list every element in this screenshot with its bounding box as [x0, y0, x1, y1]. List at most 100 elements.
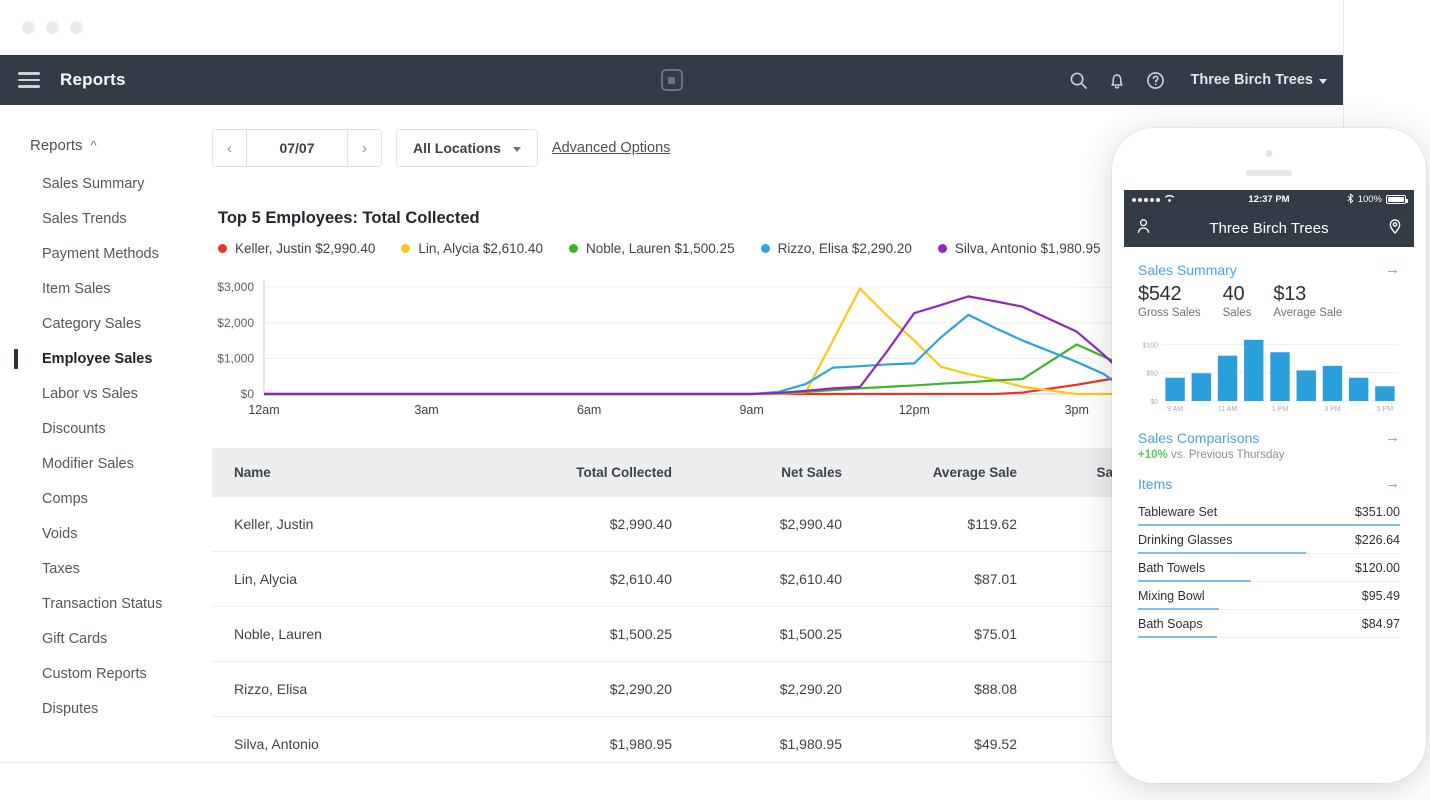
phone-top-bezel [1112, 128, 1426, 190]
square-logo-icon [661, 69, 683, 91]
phone-items-title: Items [1138, 476, 1172, 492]
legend-label: Lin, Alycia $2,610.40 [418, 241, 543, 256]
phone-sales-summary-header[interactable]: Sales Summary → [1138, 261, 1400, 278]
table-cell: $2,290.20 [482, 662, 672, 717]
sidebar-item-label: Custom Reports [42, 666, 147, 682]
sidebar-item-disputes[interactable]: Disputes [0, 691, 208, 726]
chart-x-tick-label: 3pm [1065, 403, 1089, 417]
window-close-button[interactable] [22, 21, 35, 34]
phone-chart-x-tick-label: 1 PM [1272, 406, 1289, 413]
phone-stat-label: Sales [1223, 307, 1252, 319]
page-title: Reports [60, 70, 126, 90]
date-next-button[interactable]: › [347, 130, 381, 166]
phone-comparison-text: +10% vs. Previous Thursday [1138, 449, 1400, 461]
table-cell: $2,290.20 [672, 662, 842, 717]
merchant-selector[interactable]: Three Birch Trees [1191, 72, 1328, 88]
arrow-right-icon[interactable]: → [1385, 475, 1400, 492]
sidebar-item-sales-summary[interactable]: Sales Summary [0, 166, 208, 201]
sidebar-item-transaction-status[interactable]: Transaction Status [0, 586, 208, 621]
legend-item[interactable]: Rizzo, Elisa $2,290.20 [761, 241, 912, 256]
chevron-up-icon: ^ [91, 139, 97, 152]
sidebar-item-employee-sales[interactable]: Employee Sales [0, 341, 208, 376]
sidebar-item-item-sales[interactable]: Item Sales [0, 271, 208, 306]
phone-stat-label: Gross Sales [1138, 307, 1201, 319]
phone-item-name: Drinking Glasses [1138, 533, 1355, 547]
phone-sales-comparisons-header[interactable]: Sales Comparisons → [1138, 429, 1400, 446]
phone-item-row[interactable]: Bath Soaps$84.97 [1138, 610, 1400, 638]
hamburger-menu-icon[interactable] [18, 72, 40, 88]
table-column-header[interactable]: Net Sales [672, 448, 842, 497]
phone-mockup: 12:37 PM 100% Three Bi [1112, 128, 1426, 783]
sidebar-item-payment-methods[interactable]: Payment Methods [0, 236, 208, 271]
chart-x-tick-label: 6am [577, 403, 601, 417]
phone-item-row[interactable]: Drinking Glasses$226.64 [1138, 526, 1400, 554]
date-prev-button[interactable]: ‹ [213, 130, 247, 166]
sidebar-item-category-sales[interactable]: Category Sales [0, 306, 208, 341]
arrow-right-icon[interactable]: → [1385, 429, 1400, 446]
sidebar-item-gift-cards[interactable]: Gift Cards [0, 621, 208, 656]
sidebar-section-reports[interactable]: Reports ^ [0, 137, 208, 154]
legend-item[interactable]: Lin, Alycia $2,610.40 [401, 241, 543, 256]
person-icon[interactable] [1136, 218, 1151, 238]
sidebar-item-label: Sales Trends [42, 211, 127, 227]
phone-item-row[interactable]: Tableware Set$351.00 [1138, 498, 1400, 526]
table-column-header[interactable]: Total Collected [482, 448, 672, 497]
sidebar-item-discounts[interactable]: Discounts [0, 411, 208, 446]
phone-stat-value: $542 [1138, 283, 1201, 306]
legend-item[interactable]: Keller, Justin $2,990.40 [218, 241, 375, 256]
table-cell: $1,500.25 [672, 607, 842, 662]
sidebar-item-label: Category Sales [42, 316, 141, 332]
phone-chart-y-tick-label: $0 [1150, 399, 1158, 406]
sidebar-item-sales-trends[interactable]: Sales Trends [0, 201, 208, 236]
sidebar-item-modifier-sales[interactable]: Modifier Sales [0, 446, 208, 481]
arrow-right-icon[interactable]: → [1385, 261, 1400, 278]
table-column-header[interactable]: Name [212, 448, 482, 497]
chart-x-tick-label: 9am [739, 403, 763, 417]
legend-item[interactable]: Silva, Antonio $1,980.95 [938, 241, 1101, 256]
table-cell: $2,990.40 [672, 497, 842, 552]
sidebar-item-label: Sales Summary [42, 176, 144, 192]
phone-item-row[interactable]: Mixing Bowl$95.49 [1138, 582, 1400, 610]
phone-status-right: 100% [1347, 193, 1406, 207]
legend-color-dot [569, 244, 578, 253]
date-value[interactable]: 07/07 [247, 130, 347, 166]
phone-chart-x-tick-label: 9 AM [1167, 406, 1183, 413]
sidebar-item-label: Item Sales [42, 281, 111, 297]
chart-y-tick-label: $1,000 [217, 351, 254, 365]
sidebar-item-custom-reports[interactable]: Custom Reports [0, 656, 208, 691]
phone-items-header[interactable]: Items → [1138, 475, 1400, 492]
advanced-options-link[interactable]: Advanced Options [552, 140, 671, 156]
table-column-header[interactable]: Average Sale [842, 448, 1017, 497]
phone-stat: $13Average Sale [1273, 283, 1342, 319]
phone-speaker-icon [1246, 170, 1292, 176]
phone-item-row[interactable]: Bath Towels$120.00 [1138, 554, 1400, 582]
sidebar-item-comps[interactable]: Comps [0, 481, 208, 516]
table-cell: $2,990.40 [482, 497, 672, 552]
phone-chart-x-tick-label: 3 PM [1324, 406, 1341, 413]
table-cell: Keller, Justin [212, 497, 482, 552]
chart-y-tick-label: $3,000 [217, 280, 254, 294]
phone-chart-y-tick-label: $100 [1142, 342, 1158, 349]
notifications-bell-icon[interactable] [1108, 71, 1126, 90]
phone-stat: 40Sales [1223, 283, 1252, 319]
phone-screen: 12:37 PM 100% Three Bi [1124, 190, 1414, 703]
location-select[interactable]: All Locations [396, 129, 538, 167]
wifi-icon [1164, 194, 1175, 206]
phone-chart-bar [1192, 373, 1211, 401]
sidebar-item-taxes[interactable]: Taxes [0, 551, 208, 586]
sidebar-item-label: Disputes [42, 701, 98, 717]
window-maximize-button[interactable] [70, 21, 83, 34]
sidebar-item-voids[interactable]: Voids [0, 516, 208, 551]
phone-sales-summary-title: Sales Summary [1138, 262, 1237, 278]
chevron-down-icon [1319, 79, 1327, 84]
location-select-value: All Locations [413, 140, 501, 156]
help-circle-icon[interactable] [1146, 71, 1165, 90]
window-minimize-button[interactable] [46, 21, 59, 34]
sidebar-item-labor-vs-sales[interactable]: Labor vs Sales [0, 376, 208, 411]
phone-status-bar: 12:37 PM 100% [1124, 190, 1414, 209]
table-cell: $1,980.95 [482, 717, 672, 763]
search-icon[interactable] [1069, 71, 1088, 90]
legend-item[interactable]: Noble, Lauren $1,500.25 [569, 241, 735, 256]
table-cell: $1,980.95 [672, 717, 842, 763]
location-pin-icon[interactable] [1388, 218, 1402, 238]
